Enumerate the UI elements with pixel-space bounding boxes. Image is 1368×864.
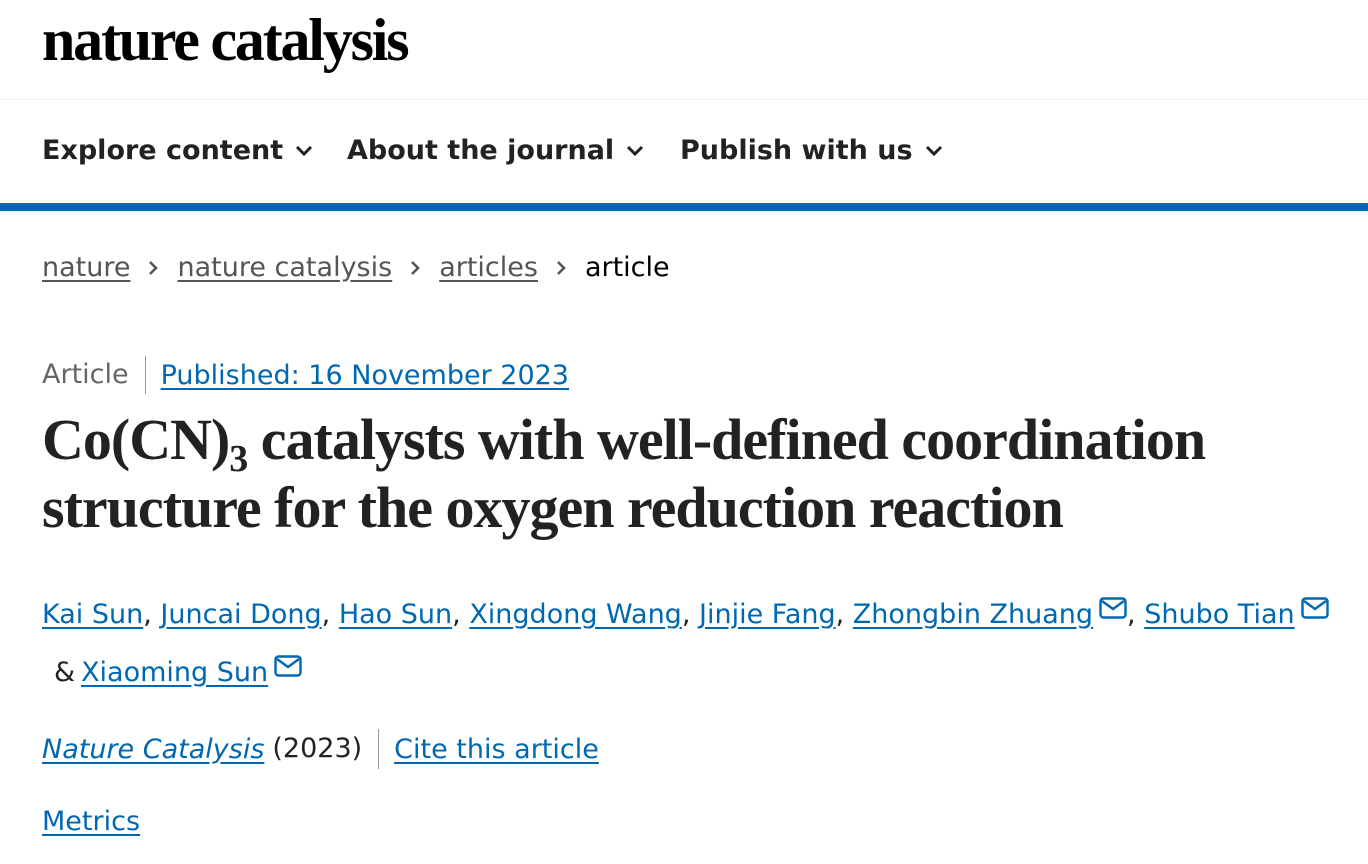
article-type: Article xyxy=(42,356,146,394)
author-separator: , xyxy=(452,599,470,630)
author-separator: , xyxy=(1127,599,1145,630)
nav-about-journal[interactable]: About the journal xyxy=(347,135,644,166)
title-subscript: 3 xyxy=(229,438,248,480)
journal-link[interactable]: Nature Catalysis xyxy=(42,734,264,765)
breadcrumb-articles[interactable]: articles xyxy=(439,252,538,283)
author-link[interactable]: Jinjie Fang xyxy=(699,599,836,630)
cite-this-article-link[interactable]: Cite this article xyxy=(394,734,599,765)
article-meta: Article Published: 16 November 2023 xyxy=(42,356,569,394)
author-link[interactable]: Xiaoming Sun xyxy=(81,657,268,688)
breadcrumb-nature-catalysis[interactable]: nature catalysis xyxy=(177,252,392,283)
chevron-right-icon xyxy=(556,260,567,276)
citation-line: Nature Catalysis (2023) Cite this articl… xyxy=(42,729,599,769)
mail-icon[interactable] xyxy=(1300,597,1329,619)
author-link[interactable]: Xingdong Wang xyxy=(469,599,682,630)
author-link[interactable]: Juncai Dong xyxy=(160,599,321,630)
author-separator: , xyxy=(835,599,853,630)
nav-publish-with-us[interactable]: Publish with us xyxy=(680,135,943,166)
site-header: nature catalysis xyxy=(0,0,1368,100)
chevron-right-icon xyxy=(410,260,421,276)
nav-explore-content[interactable]: Explore content xyxy=(42,135,313,166)
author-separator: , xyxy=(681,599,699,630)
chevron-down-icon xyxy=(296,145,313,156)
author-final-separator: & xyxy=(54,657,76,688)
title-part1: Co(CN) xyxy=(42,407,230,472)
chevron-right-icon xyxy=(148,260,159,276)
author-link[interactable]: Hao Sun xyxy=(339,599,452,630)
main-nav: Explore content About the journal Publis… xyxy=(0,100,1368,211)
breadcrumb-current: article xyxy=(584,252,670,283)
chevron-down-icon xyxy=(925,145,942,156)
author-link[interactable]: Shubo Tian xyxy=(1144,599,1294,630)
mail-icon[interactable] xyxy=(1099,597,1127,619)
metrics-link[interactable]: Metrics xyxy=(42,806,140,837)
author-separator: , xyxy=(321,599,339,630)
author-list: Kai Sun, Juncai Dong, Hao Sun, Xingdong … xyxy=(42,586,1362,702)
breadcrumb-nature[interactable]: nature xyxy=(42,252,130,283)
author-link[interactable]: Zhongbin Zhuang xyxy=(853,599,1093,630)
journal-logo[interactable]: nature catalysis xyxy=(42,6,410,75)
nav-label: Publish with us xyxy=(680,135,913,166)
nav-label: Explore content xyxy=(42,135,284,166)
chevron-down-icon xyxy=(627,145,644,156)
article-title: Co(CN)3 catalysts with well-defined coor… xyxy=(42,406,1342,542)
nav-label: About the journal xyxy=(347,135,615,166)
author-separator: , xyxy=(143,599,161,630)
published-date-link[interactable]: Published: 16 November 2023 xyxy=(161,360,569,391)
publication-year: (2023) xyxy=(272,729,380,769)
mail-icon[interactable] xyxy=(274,655,302,677)
author-link[interactable]: Kai Sun xyxy=(42,599,143,630)
breadcrumb: nature nature catalysis articles article xyxy=(42,252,670,283)
